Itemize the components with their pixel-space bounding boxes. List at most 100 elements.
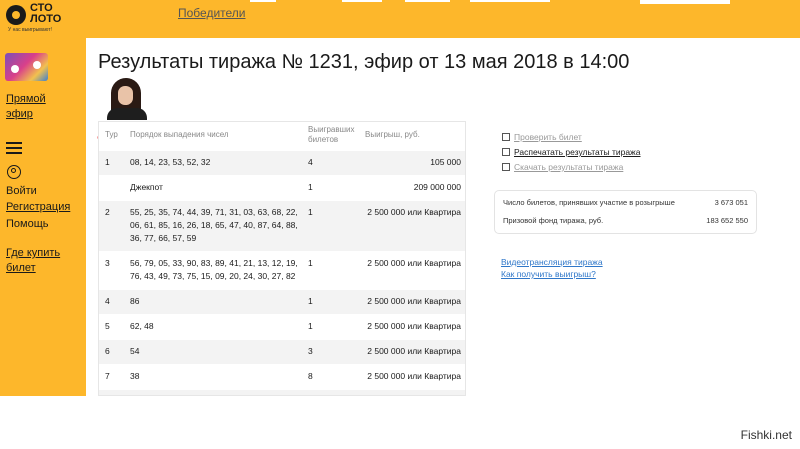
search-box-stub[interactable] <box>640 0 730 4</box>
cell-numbers-line: 08, 14, 23, 53, 52, 32 <box>130 157 211 167</box>
page-bottom <box>0 396 800 449</box>
cell-winners: 1 <box>308 258 313 268</box>
prize-fund-label: Призовой фонд тиража, руб. <box>503 216 604 225</box>
cell-prize: 2 500 000 или Квартира <box>367 321 461 331</box>
sidebar-item-live-stream[interactable]: Прямой эфир <box>6 92 46 122</box>
nav-stub <box>342 0 382 2</box>
cell-numbers-line: 76, 43, 49, 73, 75, 15, 09, 20, 24, 30, … <box>130 271 296 281</box>
cell-winners: 1 <box>308 207 313 217</box>
nav-stub <box>250 0 276 2</box>
prize-fund-value: 183 652 550 <box>706 216 748 225</box>
sidebar-item-help[interactable]: Помощь <box>6 217 49 232</box>
cell-numbers: 54 <box>130 345 139 358</box>
column-header-round: Тур <box>105 130 118 139</box>
logo-text: СТО ЛОТО <box>30 3 61 25</box>
download-results-link[interactable]: Скачать результаты тиража <box>502 162 623 173</box>
top-bar: СТО ЛОТО У нас выигрывают! Победители <box>0 0 800 38</box>
user-icon[interactable] <box>7 165 21 179</box>
cell-winners: 1 <box>308 296 313 306</box>
video-broadcast-link[interactable]: Видеотрансляция тиража <box>501 257 603 267</box>
cell-numbers-line: 38 <box>130 371 140 381</box>
table-row: 5 62, 48 1 2 500 000 или Квартира <box>99 315 465 339</box>
checkbox-icon <box>502 133 510 141</box>
save-icon <box>502 163 510 171</box>
lottery-ball-icon <box>11 65 19 73</box>
logo-mark-icon <box>6 5 26 25</box>
cell-prize: 2 500 000 или Квартира <box>367 258 461 268</box>
how-to-get-prize-link[interactable]: Как получить выигрыш? <box>501 269 596 279</box>
cell-numbers: 62, 48 <box>130 320 154 333</box>
table-row: 7 38 8 2 500 000 или Квартира <box>99 365 465 389</box>
print-results-label: Распечатать результаты тиража <box>514 147 641 157</box>
cell-round: 3 <box>105 258 110 268</box>
cell-numbers-line: 55, 25, 35, 74, 44, 39, 71, 31, 03, 63, … <box>130 207 298 217</box>
table-row: 6 54 3 2 500 000 или Квартира <box>99 340 465 364</box>
table-row: 3 56, 79, 05, 33, 90, 83, 89, 41, 21, 13,… <box>99 252 465 289</box>
menu-icon[interactable] <box>6 142 22 154</box>
cell-prize: 105 000 <box>430 157 461 167</box>
check-ticket-link[interactable]: Проверить билет <box>502 132 582 143</box>
logo-tagline: У нас выигрывают! <box>8 27 52 33</box>
watermark: Fishki.net <box>740 428 792 442</box>
cell-prize: 2 500 000 или Квартира <box>367 296 461 306</box>
stoloto-logo[interactable]: СТО ЛОТО У нас выигрывают! <box>6 2 76 36</box>
lottery-ball-icon <box>33 61 41 69</box>
cell-numbers-line: 36, 77, 66, 57, 59 <box>130 233 197 243</box>
table-row: 1 08, 14, 23, 53, 52, 32 4 105 000 <box>99 151 465 175</box>
page-title: Результаты тиража № 1231, эфир от 13 мая… <box>98 51 630 73</box>
print-icon <box>502 148 510 156</box>
sidebar-item-label: Прямой <box>6 93 46 105</box>
cell-prize: 2 500 000 или Квартира <box>367 346 461 356</box>
cell-winners: 1 <box>308 182 313 192</box>
sidebar-item-where-to-buy[interactable]: Где купить билет <box>6 246 60 276</box>
logo-line-2: ЛОТО <box>30 13 62 25</box>
cell-numbers-line: 54 <box>130 346 140 356</box>
table-row: Джекпот 1 209 000 000 <box>99 176 465 200</box>
sidebar-item-label: эфир <box>6 108 33 120</box>
cell-winners: 8 <box>308 371 313 381</box>
column-header-winners-line: Выигравших <box>308 125 355 134</box>
cell-numbers-line: 06, 61, 85, 16, 26, 18, 65, 47, 40, 87, … <box>130 220 298 230</box>
cell-round: 4 <box>105 296 110 306</box>
table-row: 4 86 1 2 500 000 или Квартира <box>99 290 465 314</box>
column-header-winners-line: билетов <box>308 135 339 144</box>
live-stream-thumbnail[interactable] <box>5 53 48 81</box>
cell-numbers: 86 <box>130 295 139 308</box>
column-header-order: Порядок выпадения чисел <box>130 130 229 139</box>
cell-round: 7 <box>105 371 110 381</box>
cell-round: 2 <box>105 207 110 217</box>
column-header-winners: Выигравших билетов <box>308 125 355 145</box>
cell-round: 5 <box>105 321 110 331</box>
sidebar: Прямой эфир Войти Регистрация Помощь Где… <box>0 38 86 396</box>
tickets-count-label: Число билетов, принявших участие в розыг… <box>503 198 675 207</box>
download-results-label: Скачать результаты тиража <box>514 162 624 172</box>
cell-prize: 2 500 000 или Квартира <box>367 207 461 217</box>
nav-stub <box>405 0 450 2</box>
cell-numbers-line: 86 <box>130 296 140 306</box>
cell-prize: 209 000 000 <box>413 182 461 192</box>
cell-winners: 3 <box>308 346 313 356</box>
print-results-link[interactable]: Распечатать результаты тиража <box>502 147 640 158</box>
cell-numbers: Джекпот <box>130 181 163 194</box>
sidebar-item-label: Где купить <box>6 247 61 259</box>
sidebar-item-login[interactable]: Войти <box>6 184 37 199</box>
table-row: 2 55, 25, 35, 74, 44, 39, 71, 31, 03, 63,… <box>99 201 465 251</box>
check-ticket-label: Проверить билет <box>514 132 582 142</box>
sidebar-item-label: билет <box>6 262 36 274</box>
cell-numbers: 56, 79, 05, 33, 90, 83, 89, 41, 21, 13, … <box>130 257 298 283</box>
table-header: Тур Порядок выпадения чисел Выигравших б… <box>99 122 465 151</box>
sidebar-item-register[interactable]: Регистрация <box>6 200 70 215</box>
results-table: Тур Порядок выпадения чисел Выигравших б… <box>98 121 466 396</box>
column-header-prize: Выигрыш, руб. <box>365 130 420 139</box>
cell-numbers: 55, 25, 35, 74, 44, 39, 71, 31, 03, 63, … <box>130 206 298 245</box>
tickets-count-value: 3 673 051 <box>714 198 748 207</box>
cell-numbers-line: 56, 79, 05, 33, 90, 83, 89, 41, 21, 13, … <box>130 258 298 268</box>
nav-link-winners[interactable]: Победители <box>178 6 246 20</box>
cell-numbers-line: 62, 48 <box>130 321 154 331</box>
host-avatar <box>105 78 149 120</box>
cell-numbers: 08, 14, 23, 53, 52, 32 <box>130 156 210 169</box>
cell-prize: 2 500 000 или Квартира <box>367 371 461 381</box>
cell-round: 6 <box>105 346 110 356</box>
cell-round: 1 <box>105 157 110 167</box>
cell-numbers: 38 <box>130 370 139 383</box>
